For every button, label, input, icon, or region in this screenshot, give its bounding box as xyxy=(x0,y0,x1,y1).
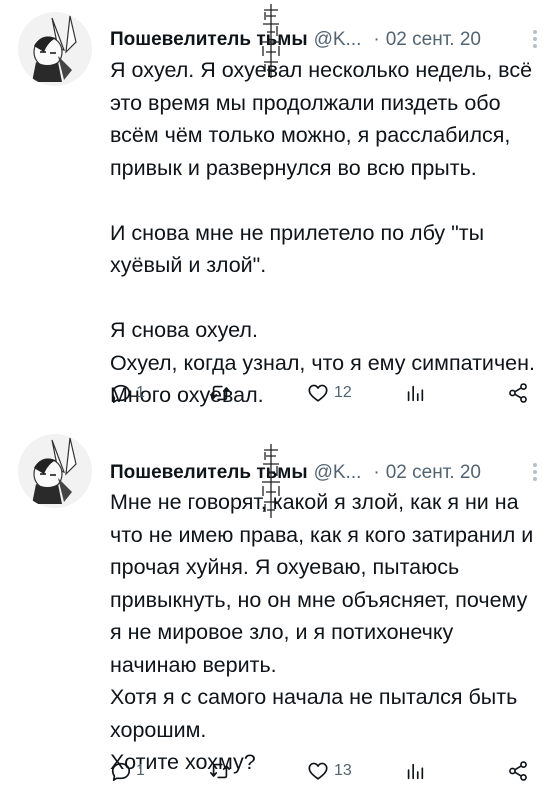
author-name[interactable]: Пошевелитель тьмы xyxy=(110,29,308,51)
heart-icon xyxy=(308,384,328,402)
action-bar: 1 12 xyxy=(108,378,529,408)
more-icon[interactable] xyxy=(529,25,541,53)
retweet-icon xyxy=(210,763,230,779)
tweet-date[interactable]: 02 сент. 20 xyxy=(386,29,481,51)
tweet[interactable]: Пошевелитель тьмы @K... · 02 сент. 20 Мн… xyxy=(0,420,559,800)
separator-dot: · xyxy=(373,29,380,50)
retweet-icon xyxy=(210,385,230,401)
share-icon xyxy=(509,761,527,781)
retweet-button[interactable] xyxy=(208,378,236,408)
reply-button[interactable]: 1 xyxy=(110,756,145,786)
reply-button[interactable]: 1 xyxy=(110,378,145,408)
share-button[interactable] xyxy=(507,756,529,786)
like-button[interactable]: 12 xyxy=(306,378,352,408)
reply-count: 1 xyxy=(136,384,145,401)
share-button[interactable] xyxy=(507,378,529,408)
author-name[interactable]: Пошевелитель тьмы xyxy=(110,462,308,484)
analytics-icon xyxy=(407,763,424,780)
avatar[interactable] xyxy=(18,12,92,86)
tweet-date[interactable]: 02 сент. 20 xyxy=(386,462,481,484)
tweet-header: Пошевелитель тьмы @K... · 02 сент. 20 xyxy=(110,458,539,488)
analytics-button[interactable] xyxy=(404,378,426,408)
share-icon xyxy=(509,383,527,403)
separator-dot: · xyxy=(373,462,380,483)
action-bar: 1 13 xyxy=(108,756,529,786)
tweet[interactable]: Пошевелитель тьмы @K... · 02 сент. 20 Я … xyxy=(0,0,559,420)
like-button[interactable]: 13 xyxy=(306,756,352,786)
author-handle[interactable]: @K... xyxy=(314,29,362,51)
reply-icon xyxy=(111,762,131,781)
avatar[interactable] xyxy=(18,434,92,508)
like-count: 13 xyxy=(334,762,352,779)
analytics-button[interactable] xyxy=(404,756,426,786)
tweet-header: Пошевелитель тьмы @K... · 02 сент. 20 xyxy=(110,25,539,55)
tweet-text: Я охуел. Я охуевал несколько недель, всё… xyxy=(110,58,535,407)
like-count: 12 xyxy=(334,384,352,401)
reply-icon xyxy=(111,384,131,403)
author-handle[interactable]: @K... xyxy=(314,462,362,484)
analytics-icon xyxy=(407,385,424,402)
reply-count: 1 xyxy=(136,762,145,779)
heart-icon xyxy=(308,762,328,780)
retweet-button[interactable] xyxy=(208,756,236,786)
avatar-drawing xyxy=(18,434,92,508)
avatar-drawing xyxy=(18,12,92,86)
tweet-text: Мне не говорят, какой я злой, как я ни н… xyxy=(110,490,534,774)
more-icon[interactable] xyxy=(529,458,541,486)
